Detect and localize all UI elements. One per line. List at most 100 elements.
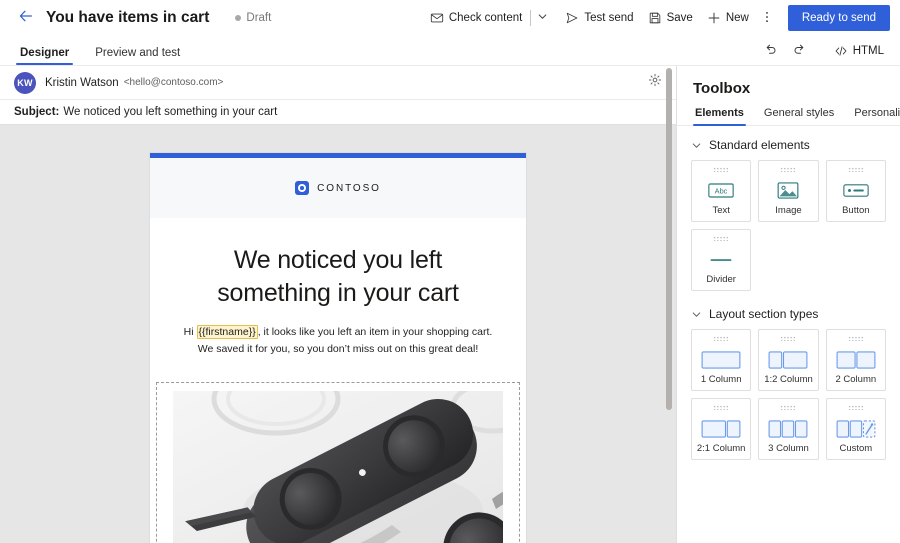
element-card-text[interactable]: Abc Text: [691, 160, 752, 222]
drag-handle-icon[interactable]: [713, 405, 730, 410]
contoso-logo-icon: [295, 181, 310, 195]
test-send-label: Test send: [584, 12, 634, 24]
element-card-button[interactable]: Button: [825, 160, 886, 222]
layout-card-2-column-label: 2 Column: [835, 373, 877, 385]
product-image[interactable]: [173, 391, 503, 543]
header-action-bar: Check content Test send Save New Ready t…: [423, 4, 890, 32]
email-image-section[interactable]: [156, 382, 520, 543]
gear-icon: [648, 73, 662, 92]
layout-card-1-column[interactable]: 1 Column: [691, 329, 752, 391]
subject-label: Subject:: [14, 106, 60, 118]
email-editor-pane: KW Kristin Watson <hello@contoso.com> Su…: [0, 66, 676, 543]
ready-to-send-button[interactable]: Ready to send: [787, 5, 890, 31]
element-card-divider[interactable]: Divider: [691, 229, 752, 291]
drag-handle-icon[interactable]: [713, 236, 730, 241]
undo-button[interactable]: [758, 40, 784, 62]
layout-1-2col-icon: [759, 345, 817, 375]
element-card-image[interactable]: Image: [758, 160, 819, 222]
status-label: Draft: [246, 12, 272, 24]
save-disk-icon: [648, 11, 662, 25]
html-view-label: HTML: [852, 45, 884, 57]
sender-row: KW Kristin Watson <hello@contoso.com>: [0, 66, 676, 99]
designer-tabbar: Designer Preview and test HTML: [0, 36, 900, 66]
text-abc-icon: Abc: [692, 176, 750, 206]
more-options-button[interactable]: [756, 4, 778, 32]
layout-card-custom[interactable]: Custom: [825, 398, 886, 460]
tab-elements[interactable]: Elements: [693, 107, 746, 126]
tabbar-tools: HTML: [758, 40, 890, 65]
personalization-token[interactable]: {{firstname}}: [196, 325, 258, 339]
email-text-section[interactable]: We noticed you left something in your ca…: [150, 218, 526, 374]
tab-general-styles[interactable]: General styles: [762, 107, 836, 125]
drag-handle-icon[interactable]: [713, 167, 730, 172]
drag-handle-icon[interactable]: [847, 167, 864, 172]
layout-card-2-column[interactable]: 2 Column: [825, 329, 886, 391]
drag-handle-icon[interactable]: [847, 336, 864, 341]
redo-icon: [792, 42, 806, 61]
logo-dot: [300, 186, 304, 190]
drag-handle-icon[interactable]: [780, 167, 797, 172]
subject-row[interactable]: Subject: We noticed you left something i…: [0, 99, 676, 125]
layout-card-1-column-label: 1 Column: [700, 373, 742, 385]
subject-value: We noticed you left something in your ca…: [63, 106, 278, 118]
tab-personalize[interactable]: Personalize: [852, 107, 900, 125]
status-badge: Draft: [235, 12, 271, 24]
toolbox-panel: Toolbox Elements General styles Personal…: [676, 66, 900, 543]
email-canvas[interactable]: CONTOSO We noticed you left something in…: [0, 125, 676, 543]
tab-preview-and-test[interactable]: Preview and test: [91, 47, 184, 65]
email-document[interactable]: CONTOSO We noticed you left something in…: [150, 153, 526, 543]
back-button[interactable]: [16, 8, 36, 28]
html-view-button[interactable]: HTML: [828, 40, 890, 62]
canvas-scrollbar[interactable]: [664, 66, 674, 543]
arrow-left-icon: [18, 8, 34, 29]
layout-card-custom-label: Custom: [839, 442, 873, 454]
toolbox-content: Standard elements Abc Text Image Button …: [677, 126, 900, 543]
drag-handle-icon[interactable]: [713, 336, 730, 341]
save-label: Save: [666, 12, 693, 24]
chevron-down-icon: [691, 140, 702, 151]
chevron-down-icon: [691, 309, 702, 320]
test-send-button[interactable]: Test send: [558, 4, 640, 32]
tab-designer[interactable]: Designer: [16, 47, 74, 65]
send-icon: [565, 11, 579, 25]
new-button[interactable]: New: [700, 4, 756, 32]
headline-line-1: We noticed you left: [233, 246, 443, 274]
app-header: You have items in cart Draft Check conte…: [0, 0, 900, 36]
toolbox-title: Toolbox: [693, 80, 751, 97]
email-header-section[interactable]: CONTOSO: [150, 158, 526, 218]
standard-elements-grid: Abc Text Image Button Divider: [677, 160, 900, 291]
element-card-text-label: Text: [712, 204, 730, 216]
toolbox-tabs: Elements General styles Personalize: [677, 107, 900, 126]
canvas-scrollbar-thumb[interactable]: [666, 68, 672, 410]
layout-card-1-2-column[interactable]: 1:2 Column: [758, 329, 819, 391]
plus-icon: [707, 11, 721, 25]
email-paragraph: Hi {{firstname}}, it looks like you left…: [178, 324, 498, 358]
group-standard-elements-header[interactable]: Standard elements: [677, 126, 900, 160]
group-standard-elements-title: Standard elements: [709, 138, 810, 152]
layout-card-2-1-column[interactable]: 2:1 Column: [691, 398, 752, 460]
sender-name: Kristin Watson: [45, 76, 119, 89]
group-layout-section-types-header[interactable]: Layout section types: [677, 291, 900, 329]
check-content-caret[interactable]: [532, 4, 552, 32]
button-icon: [827, 176, 885, 206]
redo-button[interactable]: [786, 40, 812, 62]
email-settings-button[interactable]: [644, 72, 666, 94]
code-icon: [834, 44, 848, 58]
layout-card-2-1-column-label: 2:1 Column: [696, 442, 746, 454]
chevron-down-icon: [537, 9, 548, 27]
drag-handle-icon[interactable]: [780, 336, 797, 341]
save-button[interactable]: Save: [641, 4, 700, 32]
email-headline: We noticed you left something in your ca…: [178, 244, 498, 310]
check-content-button[interactable]: Check content: [423, 4, 530, 32]
undo-icon: [764, 42, 778, 61]
sender-email: <hello@contoso.com>: [123, 77, 224, 88]
paragraph-prefix: Hi: [183, 326, 197, 338]
email-designer-app: You have items in cart Draft Check conte…: [0, 0, 900, 543]
new-label: New: [725, 12, 749, 24]
element-card-image-label: Image: [775, 204, 802, 216]
layout-card-3-column[interactable]: 3 Column: [758, 398, 819, 460]
drag-handle-icon[interactable]: [847, 405, 864, 410]
svg-text:Abc: Abc: [715, 187, 728, 196]
drag-handle-icon[interactable]: [780, 405, 797, 410]
page-title: You have items in cart: [46, 9, 210, 26]
